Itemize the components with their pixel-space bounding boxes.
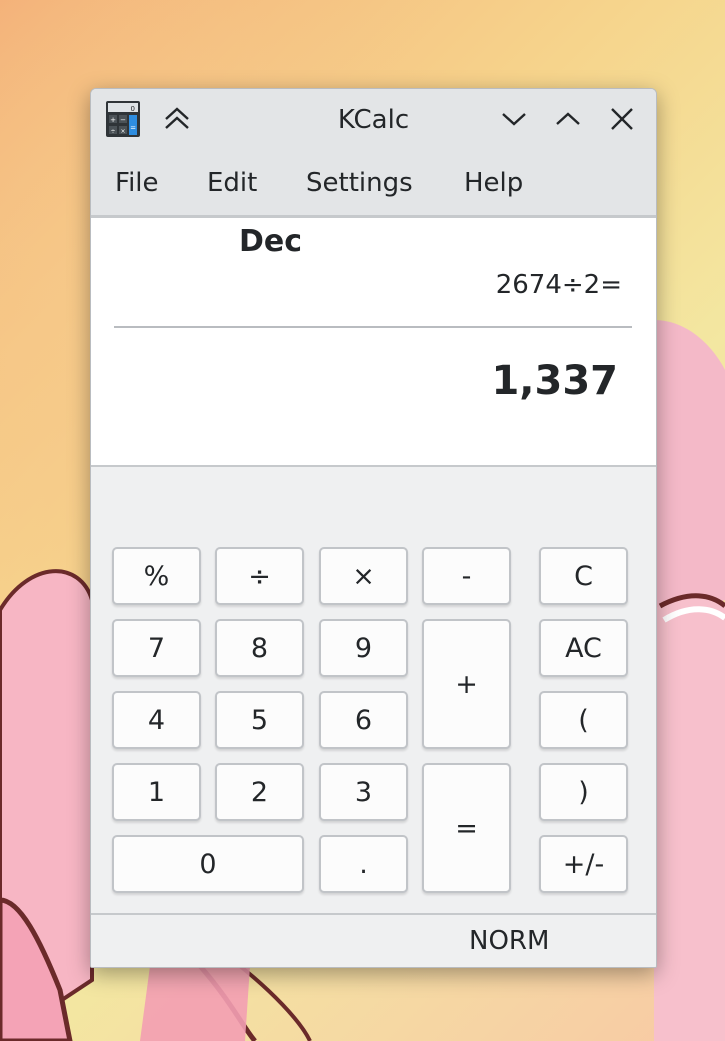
close-icon xyxy=(611,108,633,130)
close-paren-button[interactable]: ) xyxy=(539,763,628,821)
clear-button[interactable]: C xyxy=(539,547,628,605)
digit-0-button[interactable]: 0 xyxy=(112,835,304,893)
divide-button[interactable]: ÷ xyxy=(215,547,304,605)
sign-toggle-button[interactable]: +/- xyxy=(539,835,628,893)
chevron-down-icon xyxy=(502,113,526,126)
number-base-label: Dec xyxy=(239,224,303,259)
multiply-button[interactable]: × xyxy=(319,547,408,605)
menu-bar: File Edit Settings Help xyxy=(91,151,656,218)
digit-9-button[interactable]: 9 xyxy=(319,619,408,677)
menu-edit[interactable]: Edit xyxy=(207,151,257,215)
status-mode: NORM xyxy=(469,926,550,956)
digit-3-button[interactable]: 3 xyxy=(319,763,408,821)
chevron-up-icon xyxy=(556,112,580,125)
equals-button[interactable]: = xyxy=(422,763,511,893)
digit-8-button[interactable]: 8 xyxy=(215,619,304,677)
status-bar: NORM xyxy=(91,913,656,967)
result-value: 1,337 xyxy=(491,358,618,404)
plus-button[interactable]: + xyxy=(422,619,511,749)
menu-settings[interactable]: Settings xyxy=(306,151,413,215)
kcalc-window: 0 + − ÷ × = KCalc File Edit Settings Hel… xyxy=(90,88,657,968)
decimal-point-button[interactable]: . xyxy=(319,835,408,893)
close-button[interactable] xyxy=(606,103,638,135)
percent-button[interactable]: % xyxy=(112,547,201,605)
minus-button[interactable]: - xyxy=(422,547,511,605)
menu-file[interactable]: File xyxy=(115,151,159,215)
calculator-display: Dec 2674÷2= 1,337 xyxy=(91,218,656,467)
digit-6-button[interactable]: 6 xyxy=(319,691,408,749)
open-paren-button[interactable]: ( xyxy=(539,691,628,749)
desktop-background: 0 + − ÷ × = KCalc File Edit Settings Hel… xyxy=(0,0,725,1041)
title-bar[interactable]: 0 + − ÷ × = KCalc xyxy=(91,89,656,151)
digit-4-button[interactable]: 4 xyxy=(112,691,201,749)
history-expression: 2674÷2= xyxy=(495,270,622,300)
all-clear-button[interactable]: AC xyxy=(539,619,628,677)
digit-2-button[interactable]: 2 xyxy=(215,763,304,821)
menu-help[interactable]: Help xyxy=(464,151,523,215)
digit-1-button[interactable]: 1 xyxy=(112,763,201,821)
minimize-button[interactable] xyxy=(498,103,530,135)
digit-5-button[interactable]: 5 xyxy=(215,691,304,749)
digit-7-button[interactable]: 7 xyxy=(112,619,201,677)
maximize-button[interactable] xyxy=(552,103,584,135)
display-divider xyxy=(114,326,632,328)
